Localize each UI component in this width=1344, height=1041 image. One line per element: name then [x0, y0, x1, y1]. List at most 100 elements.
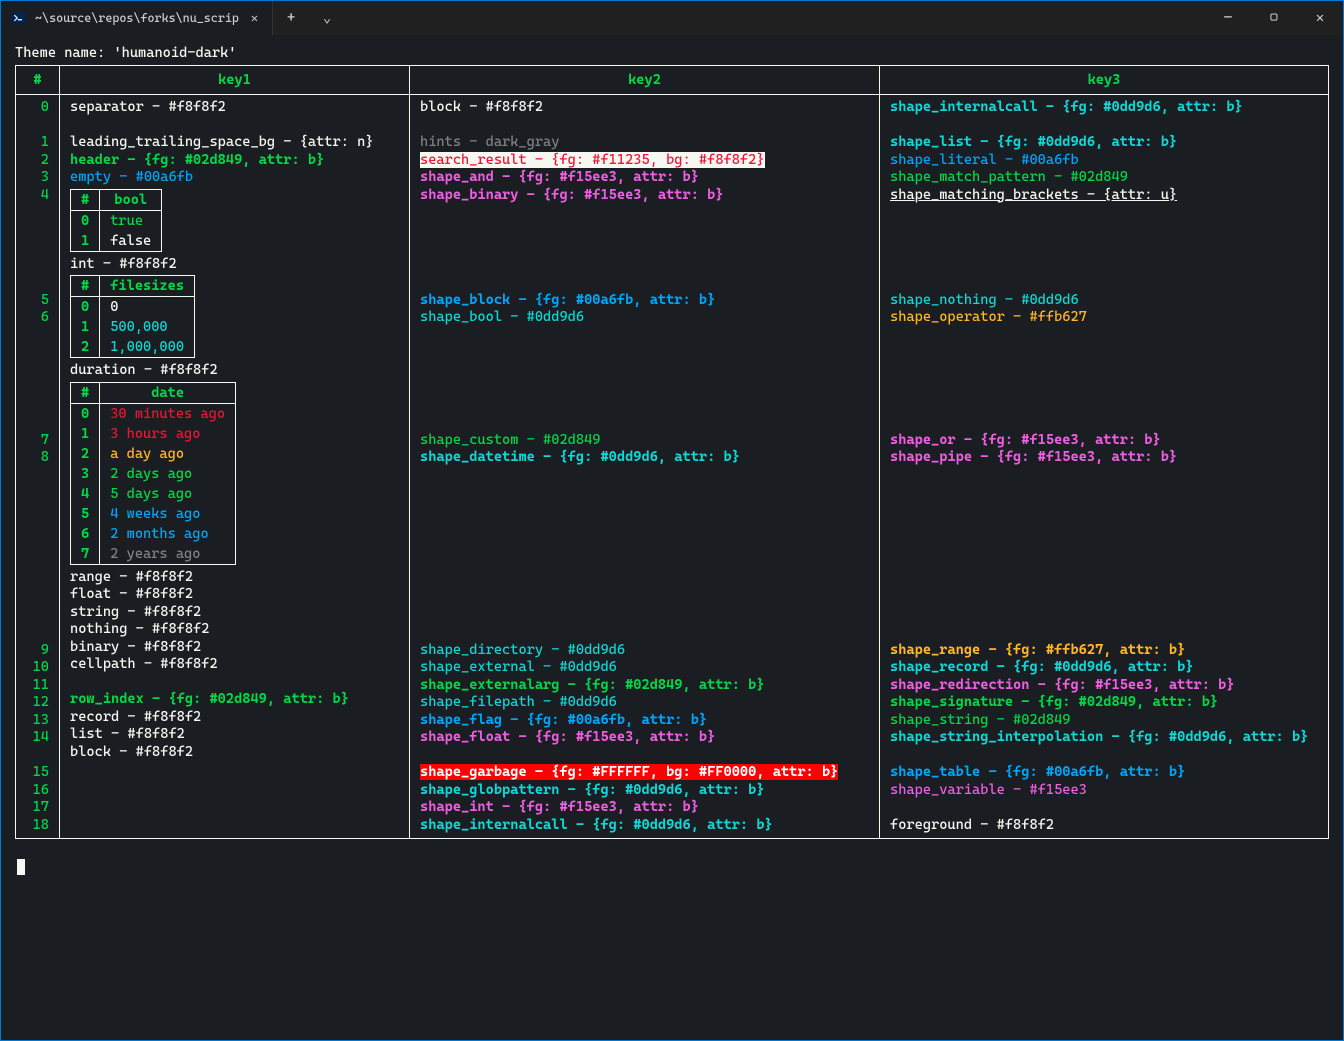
nested-date-header-val: date	[100, 382, 236, 403]
header-key1: key1	[60, 66, 410, 95]
k2-shape-float: shape_float - {fg: #f15ee3, attr: b}	[420, 729, 869, 747]
row-index: 17	[26, 799, 49, 817]
close-button[interactable]: ✕	[1297, 1, 1343, 35]
header-key2: key2	[410, 66, 880, 95]
nested-filesizes-table: # filesizes 00 1500,000 21,000,000	[70, 275, 195, 358]
k3-shape-list: shape_list - {fg: #0dd9d6, attr: b}	[890, 134, 1318, 152]
k1-duration: duration - #f8f8f2	[70, 362, 399, 380]
row-index: 11	[26, 677, 49, 695]
k1-string: string - #f8f8f2	[70, 604, 399, 622]
row-index: 12	[26, 694, 49, 712]
k2-shape-binary: shape_binary - {fg: #f15ee3, attr: b}	[420, 187, 869, 205]
k1-int: int - #f8f8f2	[70, 256, 399, 274]
row-index: 1	[26, 134, 49, 152]
k1-separator: separator - #f8f8f2	[70, 99, 399, 117]
k1-cellpath: cellpath - #f8f8f2	[70, 656, 399, 674]
nested-date-table: # date 030 minutes ago 13 hours ago 2a d…	[70, 382, 236, 565]
k3-shape-record: shape_record - {fg: #0dd9d6, attr: b}	[890, 659, 1318, 677]
k2-shape-custom: shape_custom - #02d849	[420, 432, 869, 450]
terminal-output: Theme name: 'humanoid-dark' # key1 key2 …	[1, 35, 1343, 849]
k1-nothing: nothing - #f8f8f2	[70, 621, 399, 639]
k2-shape-block: shape_block - {fg: #00a6fb, attr: b}	[420, 292, 869, 310]
k2-shape-bool: shape_bool - #0dd9d6	[420, 309, 869, 327]
row-index: 5	[26, 292, 49, 310]
k1-row-index: row_index - {fg: #02d849, attr: b}	[70, 691, 399, 709]
k3-shape-match-pattern: shape_match_pattern - #02d849	[890, 169, 1318, 187]
nested-date-header-idx: #	[71, 382, 100, 403]
k2-shape-globpattern: shape_globpattern - {fg: #0dd9d6, attr: …	[420, 782, 869, 800]
k2-hints: hints - dark_gray	[420, 134, 869, 152]
k3-shape-signature: shape_signature - {fg: #02d849, attr: b}	[890, 694, 1318, 712]
prompt[interactable]	[1, 849, 1343, 885]
row-index: 0	[26, 99, 49, 117]
table-row: 0 1 2 3 4 5 6 7 8 9 10 11 12 13 14 15 16…	[16, 95, 1329, 839]
row-index: 10	[26, 659, 49, 677]
k3-shape-redirection: shape_redirection - {fg: #f15ee3, attr: …	[890, 677, 1318, 695]
tab-close-button[interactable]: ✕	[247, 9, 262, 27]
nested-fs-header-idx: #	[71, 276, 100, 297]
k1-header: header - {fg: #02d849, attr: b}	[70, 152, 399, 170]
header-index: #	[16, 66, 60, 95]
k3-shape-internalcall: shape_internalcall - {fg: #0dd9d6, attr:…	[890, 99, 1318, 117]
row-index: 7	[26, 432, 49, 450]
k3-shape-variable: shape_variable - #f15ee3	[890, 782, 1318, 800]
k2-shape-internalcall: shape_internalcall - {fg: #0dd9d6, attr:…	[420, 817, 869, 835]
tab-dropdown-button[interactable]: ⌄	[309, 1, 345, 35]
nested-bool-header-idx: #	[71, 189, 100, 210]
k3-shape-range: shape_range - {fg: #ffb627, attr: b}	[890, 642, 1318, 660]
k3-shape-matching-brackets: shape_matching_brackets - {attr: u}	[890, 187, 1318, 205]
k3-shape-string-interp: shape_string_interpolation - {fg: #0dd9d…	[890, 729, 1318, 747]
nested-bool-table: # bool 0true 1false	[70, 189, 162, 252]
k1-binary: binary - #f8f8f2	[70, 639, 399, 657]
row-index: 8	[26, 449, 49, 467]
k3-shape-literal: shape_literal - #00a6fb	[890, 152, 1318, 170]
row-index: 16	[26, 782, 49, 800]
k2-block: block - #f8f8f2	[420, 99, 869, 117]
k3-shape-nothing: shape_nothing - #0dd9d6	[890, 292, 1318, 310]
theme-name-line: Theme name: 'humanoid-dark'	[15, 45, 1329, 61]
k1-record: record - #f8f8f2	[70, 709, 399, 727]
row-index: 6	[26, 309, 49, 327]
row-index: 2	[26, 152, 49, 170]
k1-float: float - #f8f8f2	[70, 586, 399, 604]
nested-fs-header-val: filesizes	[100, 276, 195, 297]
k1-range: range - #f8f8f2	[70, 569, 399, 587]
k2-shape-garbage: shape_garbage - {fg: #FFFFFF, bg: #FF000…	[420, 764, 838, 780]
row-index: 14	[26, 729, 49, 747]
k2-shape-datetime: shape_datetime - {fg: #0dd9d6, attr: b}	[420, 449, 869, 467]
tab-title: ~\source\repos\forks\nu_scrip	[35, 11, 239, 25]
tab-active[interactable]: ~\source\repos\forks\nu_scrip ✕	[1, 1, 273, 35]
k2-shape-int: shape_int - {fg: #f15ee3, attr: b}	[420, 799, 869, 817]
k1-empty: empty - #00a6fb	[70, 169, 399, 187]
row-index: 4	[26, 187, 49, 205]
row-index: 9	[26, 642, 49, 660]
k1-leading: leading_trailing_space_bg - {attr: n}	[70, 134, 399, 152]
k2-search-result: search_result - {fg: #f11235, bg: #f8f8f…	[420, 152, 765, 168]
row-index: 13	[26, 712, 49, 730]
powershell-icon	[11, 10, 27, 26]
row-index: 3	[26, 169, 49, 187]
row-index: 15	[26, 764, 49, 782]
k3-shape-or: shape_or - {fg: #f15ee3, attr: b}	[890, 432, 1318, 450]
new-tab-button[interactable]: +	[273, 1, 309, 35]
k3-shape-string: shape_string - #02d849	[890, 712, 1318, 730]
k1-block: block - #f8f8f2	[70, 744, 399, 762]
titlebar: ~\source\repos\forks\nu_scrip ✕ + ⌄ — ▢ …	[1, 1, 1343, 35]
minimize-button[interactable]: —	[1205, 1, 1251, 35]
k2-shape-directory: shape_directory - #0dd9d6	[420, 642, 869, 660]
k2-shape-flag: shape_flag - {fg: #00a6fb, attr: b}	[420, 712, 869, 730]
k3-shape-table: shape_table - {fg: #00a6fb, attr: b}	[890, 764, 1318, 782]
k2-shape-and: shape_and - {fg: #f15ee3, attr: b}	[420, 169, 869, 187]
nested-bool-header-val: bool	[100, 189, 162, 210]
window-controls: — ▢ ✕	[1205, 1, 1343, 35]
k1-list: list - #f8f8f2	[70, 726, 399, 744]
theme-table: # key1 key2 key3 0 1 2 3 4 5 6 7 8 9 10 …	[15, 65, 1329, 839]
k2-shape-externalarg: shape_externalarg - {fg: #02d849, attr: …	[420, 677, 869, 695]
k3-foreground: foreground - #f8f8f2	[890, 817, 1318, 835]
k3-shape-operator: shape_operator - #ffb627	[890, 309, 1318, 327]
k2-shape-filepath: shape_filepath - #0dd9d6	[420, 694, 869, 712]
cursor-icon	[17, 859, 25, 875]
k2-shape-external: shape_external - #0dd9d6	[420, 659, 869, 677]
k3-shape-pipe: shape_pipe - {fg: #f15ee3, attr: b}	[890, 449, 1318, 467]
maximize-button[interactable]: ▢	[1251, 1, 1297, 35]
